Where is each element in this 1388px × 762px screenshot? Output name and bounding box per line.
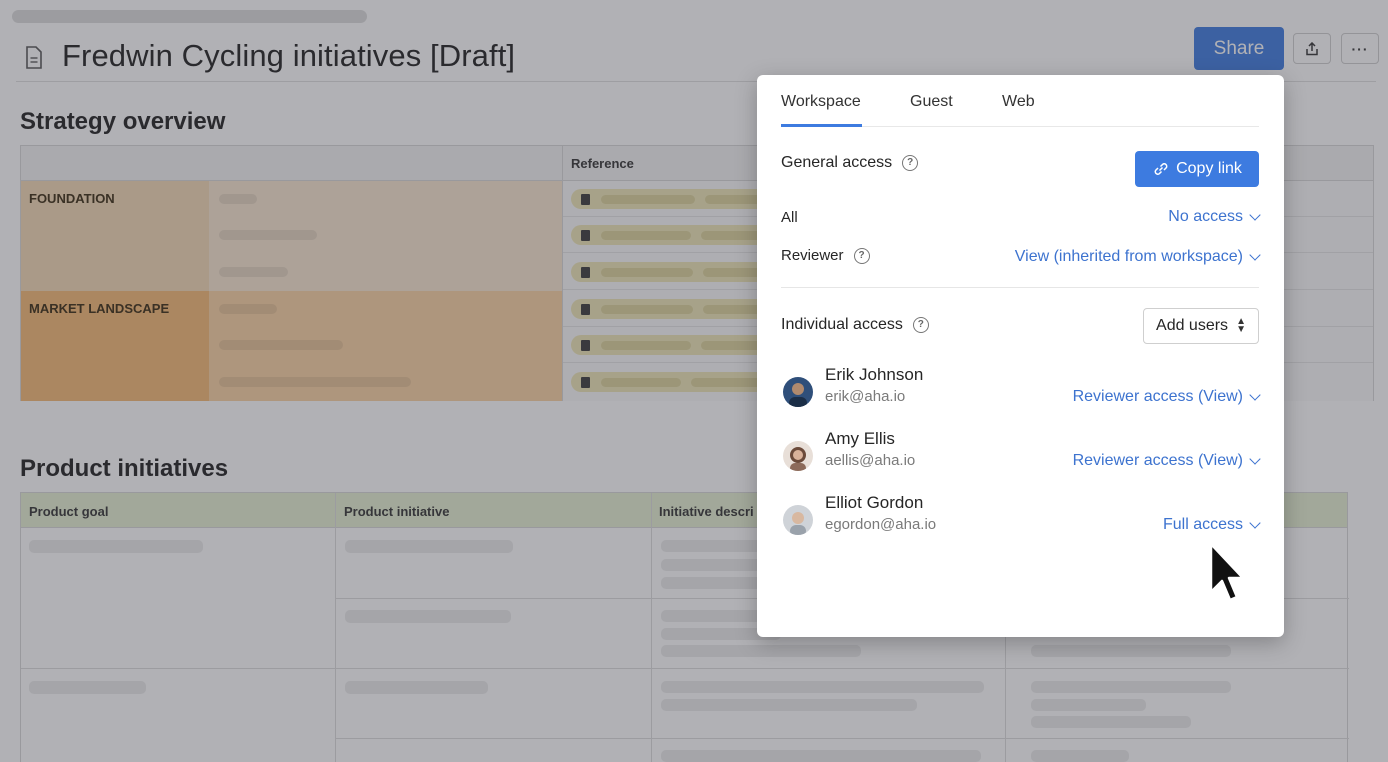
individual-access-heading: Individual access ? [781, 316, 929, 334]
tab-workspace[interactable]: Workspace [781, 93, 861, 111]
mouse-cursor-icon [1209, 542, 1243, 602]
help-icon[interactable]: ? [902, 155, 919, 171]
sort-arrows-icon: ▲ ▼ [1236, 316, 1246, 335]
reviewer-access-dropdown[interactable]: View (inherited from workspace) [1014, 248, 1261, 266]
access-row-label-all: All [781, 209, 798, 226]
user-row-amy-ellis: Amy Ellis aellis@aha.io Reviewer access … [781, 429, 1261, 479]
user-access-dropdown[interactable]: Reviewer access (View) [1072, 388, 1261, 406]
user-row-elliot-gordon: Elliot Gordon egordon@aha.io Full access [781, 493, 1261, 543]
chevron-down-icon [1249, 453, 1261, 465]
avatar [783, 441, 813, 471]
chevron-down-icon [1249, 249, 1261, 261]
access-row-label-reviewer: Reviewer ? [781, 247, 870, 264]
user-access-value: Full access [1162, 516, 1243, 533]
help-icon[interactable]: ? [853, 247, 870, 264]
chevron-down-icon [1249, 517, 1261, 529]
user-access-value: Reviewer access (View) [1072, 388, 1243, 405]
section-divider [781, 287, 1259, 288]
user-row-erik-johnson: Erik Johnson erik@aha.io Reviewer access… [781, 365, 1261, 415]
user-name: Erik Johnson [825, 365, 924, 384]
user-name: Elliot Gordon [825, 493, 924, 512]
link-icon [1154, 163, 1168, 175]
chevron-down-icon [1249, 209, 1261, 221]
copy-link-button[interactable]: Copy link [1135, 151, 1259, 187]
tab-web[interactable]: Web [1002, 93, 1035, 111]
user-name: Amy Ellis [825, 429, 895, 448]
chevron-down-icon [1249, 389, 1261, 401]
reviewer-label: Reviewer [781, 247, 844, 264]
all-access-value: No access [1168, 208, 1243, 225]
user-access-dropdown[interactable]: Reviewer access (View) [1072, 452, 1261, 470]
user-email: aellis@aha.io [825, 452, 916, 469]
avatar [783, 377, 813, 407]
reviewer-access-value: View (inherited from workspace) [1014, 248, 1243, 265]
copy-link-label: Copy link [1176, 160, 1242, 177]
all-label: All [781, 209, 798, 226]
add-users-select[interactable]: Add users ▲ ▼ [1143, 308, 1259, 344]
user-access-dropdown[interactable]: Full access [1162, 516, 1261, 534]
active-tab-indicator [781, 124, 862, 127]
user-email: egordon@aha.io [825, 516, 937, 533]
all-access-dropdown[interactable]: No access [1168, 208, 1261, 226]
general-access-label: General access [781, 154, 893, 171]
general-access-heading: General access ? [781, 154, 919, 172]
avatar [783, 505, 813, 535]
individual-access-label: Individual access [781, 316, 903, 333]
tab-guest[interactable]: Guest [910, 93, 953, 111]
share-tabs: Workspace Guest Web [781, 75, 1259, 127]
user-access-value: Reviewer access (View) [1072, 452, 1243, 469]
add-users-label: Add users [1156, 317, 1229, 334]
user-email: erik@aha.io [825, 388, 906, 405]
help-icon[interactable]: ? [912, 317, 929, 333]
